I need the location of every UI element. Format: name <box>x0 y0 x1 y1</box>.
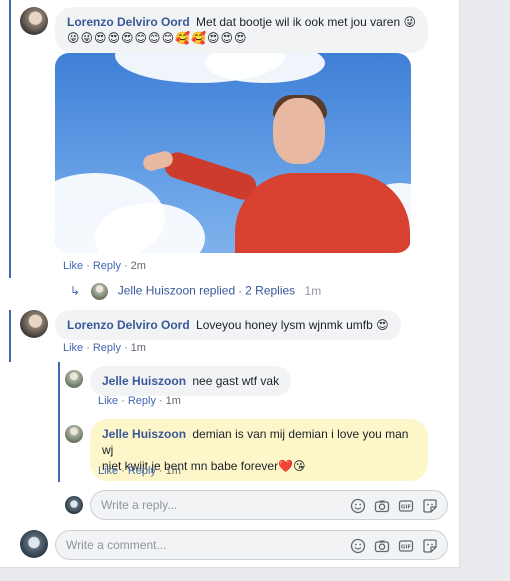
reply-time[interactable]: 1m <box>166 465 181 477</box>
comment-actions: Like · Reply · 1m <box>63 342 146 354</box>
reply-author[interactable]: Jelle Huiszoon <box>102 427 186 441</box>
comment-input-placeholder: Write a comment... <box>66 538 167 552</box>
reply-author[interactable]: Jelle Huiszoon <box>102 374 186 388</box>
replies-count[interactable]: 2 Replies <box>245 284 295 298</box>
comment-author[interactable]: Lorenzo Delviro Oord <box>67 318 190 332</box>
reply-actions: Like · Reply · 1m <box>98 395 181 407</box>
svg-text:GIF: GIF <box>401 505 412 511</box>
comment-time[interactable]: 2m <box>131 260 146 272</box>
like-link[interactable]: Like <box>63 260 83 272</box>
comment-photo[interactable] <box>55 53 411 253</box>
gif-icon[interactable]: GIF <box>397 537 415 555</box>
avatar <box>91 283 109 300</box>
reply-thread-line <box>58 362 60 482</box>
comment-bubble: Lorenzo Delviro Oord Loveyou honey lysm … <box>55 310 401 340</box>
avatar[interactable] <box>20 7 48 35</box>
like-link[interactable]: Like <box>98 465 118 477</box>
sticker-icon[interactable] <box>421 537 439 555</box>
reply-arrow-icon: ↳ <box>70 283 81 298</box>
reply-actions: Like · Reply · 1m <box>98 465 181 477</box>
reply-link[interactable]: Reply <box>93 342 121 354</box>
reply-bubble: Jelle Huiszoon nee gast wtf vak <box>90 366 292 396</box>
comment-time[interactable]: 1m <box>131 342 146 354</box>
avatar[interactable] <box>65 370 83 388</box>
reply-link[interactable]: Reply <box>128 395 156 407</box>
gif-icon[interactable]: GIF <box>397 497 415 515</box>
avatar[interactable] <box>20 310 48 338</box>
comment-bubble: Lorenzo Delviro Oord Met dat bootje wil … <box>55 7 428 53</box>
reply-link[interactable]: Reply <box>128 465 156 477</box>
like-link[interactable]: Like <box>63 342 83 354</box>
svg-text:GIF: GIF <box>401 545 412 551</box>
reply-time[interactable]: 1m <box>166 395 181 407</box>
smiley-icon[interactable] <box>349 497 367 515</box>
camera-icon[interactable] <box>373 497 391 515</box>
avatar[interactable] <box>65 425 83 443</box>
reply-input-tools: GIF <box>349 497 439 515</box>
reply-text: nee gast wtf vak <box>192 374 280 388</box>
comment-input[interactable]: Write a comment... GIF <box>55 530 448 560</box>
reply-link[interactable]: Reply <box>93 260 121 272</box>
reply-input[interactable]: Write a reply... GIF <box>90 490 448 520</box>
comment-input-tools: GIF <box>349 537 439 555</box>
comments-panel: Lorenzo Delviro Oord Met dat bootje wil … <box>0 0 460 568</box>
replied-time: 1m <box>304 283 322 298</box>
thread-line <box>9 310 11 362</box>
replies-summary[interactable]: ↳ Jelle Huiszoon replied · 2 Replies 1m <box>70 283 321 300</box>
comment-text: Met dat bootje wil ik ook met jou varen … <box>196 15 416 29</box>
photo-subject <box>161 148 260 204</box>
smiley-icon[interactable] <box>349 537 367 555</box>
comment-actions: Like · Reply · 2m <box>63 260 146 272</box>
comment-emojis: 😜😜😍😍😍😊😊😊🥰🥰😍😍😍 <box>67 31 248 45</box>
camera-icon[interactable] <box>373 537 391 555</box>
comment-author[interactable]: Lorenzo Delviro Oord <box>67 15 190 29</box>
replied-name[interactable]: Jelle Huiszoon replied <box>118 284 235 298</box>
avatar <box>20 530 48 558</box>
like-link[interactable]: Like <box>98 395 118 407</box>
thread-line <box>9 0 11 278</box>
sticker-icon[interactable] <box>421 497 439 515</box>
comment-text: Loveyou honey lysm wjnmk umfb 😍 <box>196 318 389 332</box>
avatar <box>65 496 83 514</box>
reply-input-placeholder: Write a reply... <box>101 498 178 512</box>
